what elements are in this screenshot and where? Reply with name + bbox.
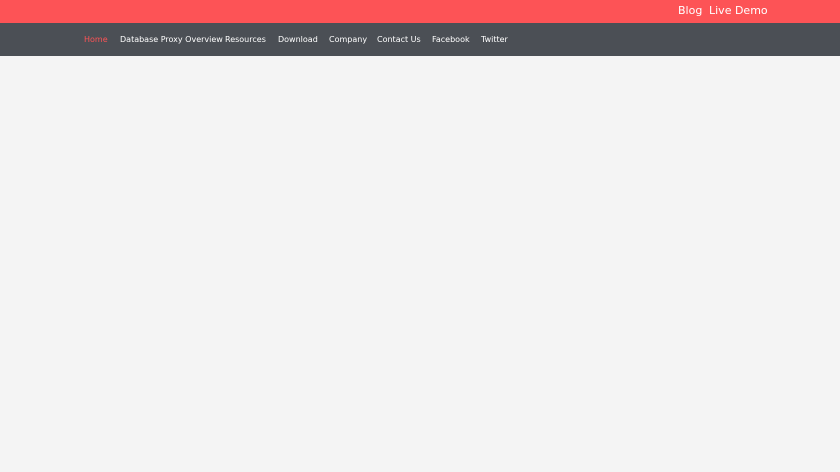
nav-item-facebook[interactable]: Facebook — [432, 35, 470, 45]
page-content — [0, 56, 840, 472]
main-nav: Home Database Proxy Overview Resources D… — [0, 23, 840, 56]
nav-item-database-proxy-overview[interactable]: Database Proxy Overview — [120, 35, 223, 45]
nav-item-download[interactable]: Download — [278, 35, 318, 45]
nav-item-twitter[interactable]: Twitter — [481, 35, 508, 45]
nav-item-contact-us[interactable]: Contact Us — [377, 35, 421, 45]
top-bar: Blog Live Demo — [0, 0, 840, 23]
top-link-live-demo[interactable]: Live Demo — [709, 4, 768, 18]
nav-item-resources[interactable]: Resources — [225, 35, 266, 45]
nav-item-company[interactable]: Company — [329, 35, 367, 45]
nav-item-home[interactable]: Home — [84, 35, 108, 45]
top-link-blog[interactable]: Blog — [678, 4, 702, 18]
